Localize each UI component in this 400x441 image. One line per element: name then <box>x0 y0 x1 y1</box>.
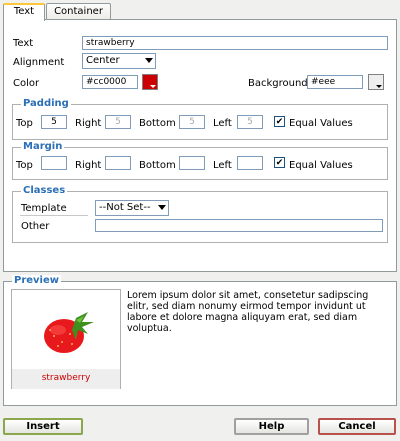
padding-legend: Padding <box>21 98 71 109</box>
cancel-button[interactable]: Cancel <box>318 418 396 435</box>
properties-panel: Text strawberry Alignment Center Color #… <box>3 19 397 272</box>
other-label: Other <box>21 221 50 232</box>
template-value: --Not Set-- <box>99 202 151 213</box>
color-swatch-button[interactable] <box>142 74 158 90</box>
insert-button[interactable]: Insert <box>3 418 83 435</box>
tab-container[interactable]: Container <box>46 3 111 20</box>
alignment-select[interactable]: Center <box>82 53 156 69</box>
text-label: Text <box>13 38 34 49</box>
margin-top-input[interactable] <box>41 156 67 170</box>
margin-left-label: Left <box>213 160 232 171</box>
padding-equal-label: Equal Values <box>289 118 353 129</box>
margin-fieldset: Margin Top Right Bottom Left Equal Value… <box>12 141 388 180</box>
classes-fieldset: Classes Template --Not Set-- Other <box>12 185 388 243</box>
chevron-down-icon <box>376 85 382 88</box>
template-label: Template <box>21 203 67 214</box>
padding-right-input[interactable]: 5 <box>105 115 131 129</box>
template-divider <box>20 215 88 216</box>
padding-left-input[interactable]: 5 <box>237 115 263 129</box>
margin-equal-checkbox[interactable] <box>274 157 285 168</box>
margin-top-label: Top <box>16 160 33 171</box>
preview-text: Lorem ipsum dolor sit amet, consetetur s… <box>127 290 369 334</box>
padding-left-label: Left <box>213 118 232 129</box>
classes-legend: Classes <box>21 185 68 196</box>
template-select[interactable]: --Not Set-- <box>95 200 169 216</box>
color-input[interactable]: #cc0000 <box>82 75 138 89</box>
margin-right-label: Right <box>75 160 102 171</box>
padding-fieldset: Padding Top 5 Right 5 Bottom 5 Left 5 Eq… <box>12 98 388 140</box>
padding-equal-checkbox[interactable] <box>274 116 285 127</box>
padding-top-input[interactable]: 5 <box>41 115 67 129</box>
preview-caption: strawberry <box>12 369 120 389</box>
margin-bottom-input[interactable] <box>179 156 205 170</box>
padding-bottom-input[interactable]: 5 <box>179 115 205 129</box>
other-input[interactable] <box>95 219 383 232</box>
padding-top-label: Top <box>16 118 33 129</box>
chevron-down-icon <box>145 58 153 63</box>
background-input[interactable]: #eee <box>307 75 363 89</box>
margin-right-input[interactable] <box>105 156 131 170</box>
strawberry-image <box>44 312 94 353</box>
margin-equal-label: Equal Values <box>289 160 353 171</box>
padding-bottom-label: Bottom <box>139 118 176 129</box>
help-button[interactable]: Help <box>234 418 309 435</box>
margin-left-input[interactable] <box>237 156 263 170</box>
color-label: Color <box>13 78 40 89</box>
text-input[interactable]: strawberry <box>82 36 388 50</box>
margin-legend: Margin <box>21 141 65 152</box>
chevron-down-icon <box>158 205 166 210</box>
preview-legend: Preview <box>12 275 62 286</box>
background-swatch-button[interactable] <box>368 74 384 90</box>
preview-panel: Preview strawberry Lorem ipsum dolor sit… <box>3 275 397 406</box>
background-label: Background <box>248 78 308 89</box>
alignment-value: Center <box>86 55 120 66</box>
chevron-down-icon <box>150 85 156 88</box>
margin-bottom-label: Bottom <box>139 160 176 171</box>
tab-text[interactable]: Text <box>3 3 45 21</box>
alignment-label: Alignment <box>13 57 65 68</box>
padding-right-label: Right <box>75 118 102 129</box>
